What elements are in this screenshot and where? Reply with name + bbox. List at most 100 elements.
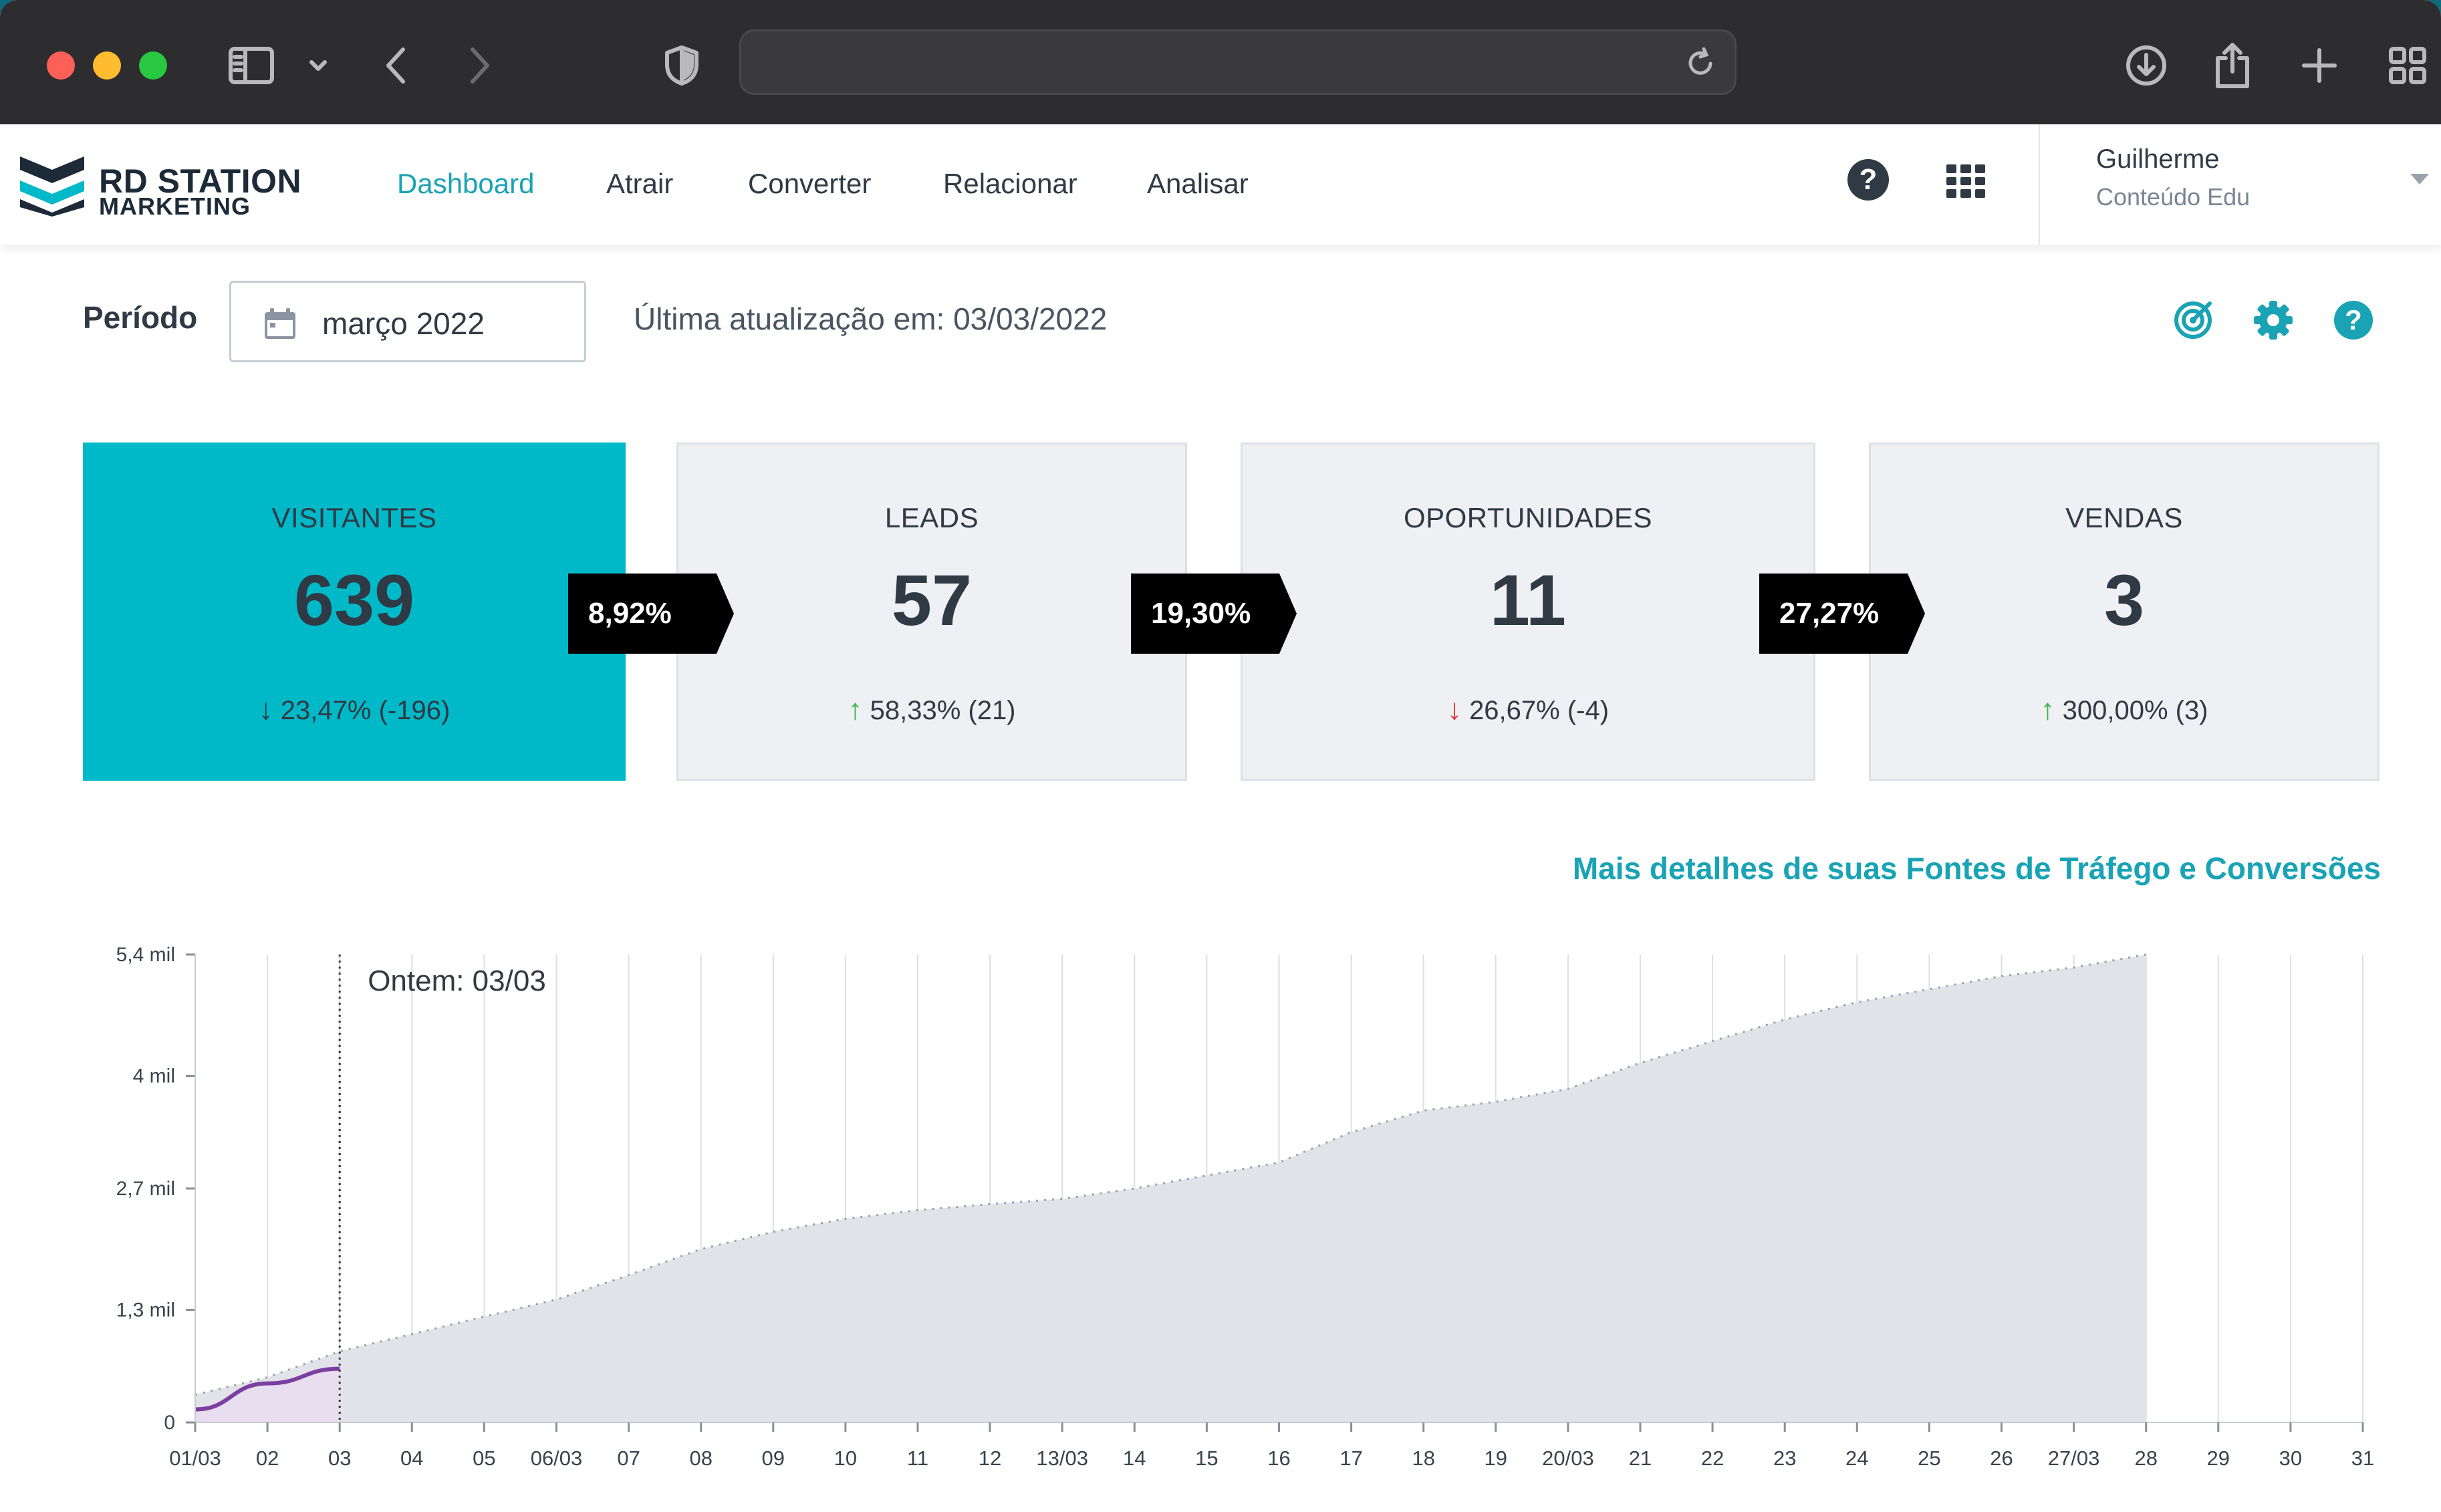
x-tick-label: 01/03 <box>169 1446 221 1470</box>
period-label: Período <box>83 300 198 335</box>
app-header: RD STATION MARKETING Dashboard Atrair Co… <box>0 124 2441 245</box>
browser-toolbar <box>0 0 2441 124</box>
x-tick-label: 13/03 <box>1036 1446 1088 1470</box>
x-tick-label: 08 <box>689 1446 712 1470</box>
x-tick-label: 07 <box>617 1446 640 1470</box>
y-tick-label: 4 mil <box>133 1065 175 1087</box>
card-change: ↓ 26,67% (-4) <box>1243 693 1813 727</box>
apps-grid-icon[interactable] <box>1946 164 1985 198</box>
nav-atrair[interactable]: Atrair <box>606 163 673 205</box>
nav-analisar[interactable]: Analisar <box>1147 163 1249 205</box>
card-change-text: 23,47% (-196) <box>280 696 451 725</box>
nav-divider <box>2039 124 2040 245</box>
funnel-card-leads[interactable]: LEADS 57 ↑ 58,33% (21) <box>676 443 1187 781</box>
x-tick-label: 14 <box>1123 1446 1146 1470</box>
caret-down-icon[interactable] <box>2410 174 2429 184</box>
help-circle-icon[interactable]: ? <box>2333 299 2374 341</box>
x-tick-label: 09 <box>762 1446 785 1470</box>
chevron-down-icon[interactable] <box>305 39 332 92</box>
minimize-window-button[interactable] <box>93 51 121 80</box>
card-label: OPORTUNIDADES <box>1403 502 1653 533</box>
x-tick-label: 21 <box>1629 1446 1652 1470</box>
zoom-window-button[interactable] <box>139 51 167 80</box>
logo-mark-icon <box>20 156 84 217</box>
x-tick-label: 17 <box>1339 1446 1362 1470</box>
x-tick-label: 05 <box>473 1446 495 1470</box>
x-tick-label: 24 <box>1845 1446 1868 1470</box>
details-link[interactable]: Mais detalhes de suas Fontes de Tráfego … <box>1573 850 2381 886</box>
series-area <box>195 955 2146 1422</box>
card-change-text: 58,33% (21) <box>870 696 1016 725</box>
user-org: Conteúdo Edu <box>2096 183 2251 211</box>
back-icon[interactable] <box>378 39 412 92</box>
arrow-up-icon: ↑ <box>2040 693 2055 726</box>
nav-relacionar[interactable]: Relacionar <box>943 163 1077 205</box>
y-tick-label: 1,3 mil <box>116 1299 175 1321</box>
card-change-text: 26,67% (-4) <box>1469 696 1610 725</box>
card-change: ↑ 300,00% (3) <box>1871 693 2378 727</box>
funnel-card-visitantes[interactable]: VISITANTES 639 ↓ 23,47% (-196) <box>83 443 626 781</box>
visitors-cumulative-chart: 01,3 mil2,7 mil4 mil5,4 mil 01/03 02 03 04 0… <box>116 944 2375 1470</box>
svg-text:?: ? <box>2345 304 2362 336</box>
arrow-up-icon: ↑ <box>848 693 863 726</box>
x-tick-label: 23 <box>1773 1446 1796 1470</box>
sidebar-icon[interactable] <box>226 39 277 92</box>
address-bar[interactable] <box>739 29 1737 95</box>
card-label: LEADS <box>884 502 979 533</box>
x-tick-label: 16 <box>1267 1446 1290 1470</box>
download-icon[interactable] <box>2123 39 2170 92</box>
chart-y-axis: 0 1,3 mil 2,7 mil 4 mil 5,4 mil <box>116 944 196 1434</box>
help-icon[interactable]: ? <box>1847 159 1889 201</box>
funnel-card-oportunidades[interactable]: OPORTUNIDADES 11 ↓ 26,67% (-4) <box>1241 443 1815 781</box>
yesterday-label: Ontem: 03/03 <box>368 965 546 997</box>
x-tick-label: 22 <box>1701 1446 1724 1470</box>
gear-icon[interactable] <box>2253 299 2294 341</box>
chart-area <box>195 953 2146 1422</box>
funnel-card-vendas[interactable]: VENDAS 3 ↑ 300,00% (3) <box>1869 443 2380 781</box>
reload-icon[interactable] <box>1685 47 1716 82</box>
close-window-button[interactable] <box>47 51 75 80</box>
arrow-down-icon: ↓ <box>258 693 273 726</box>
tabs-overview-icon[interactable] <box>2386 39 2429 92</box>
y-tick-label: 2,7 mil <box>116 1178 175 1200</box>
x-tick-label: 20/03 <box>1542 1446 1594 1470</box>
x-tick-label: 27/03 <box>2048 1446 2100 1470</box>
nav-dashboard[interactable]: Dashboard <box>397 163 534 205</box>
x-tick-label: 26 <box>1990 1446 2013 1470</box>
x-tick-label: 06/03 <box>531 1446 583 1470</box>
y-tick-label: 5,4 mil <box>116 944 175 966</box>
x-tick-label: 15 <box>1195 1446 1218 1470</box>
card-value: 11 <box>1489 559 1567 640</box>
share-icon[interactable] <box>2212 39 2253 92</box>
x-tick-label: 12 <box>979 1446 1001 1470</box>
card-value: 57 <box>891 559 973 640</box>
x-tick-label: 30 <box>2279 1446 2302 1470</box>
nav-converter[interactable]: Converter <box>748 163 871 205</box>
x-tick-label: 04 <box>400 1446 423 1470</box>
x-tick-label: 03 <box>328 1446 351 1470</box>
x-tick-label: 29 <box>2207 1446 2230 1470</box>
period-value: março 2022 <box>322 306 485 341</box>
shield-icon[interactable] <box>662 39 702 92</box>
card-label: VENDAS <box>2065 502 2183 533</box>
card-value: 3 <box>2103 559 2145 640</box>
browser-window: RD STATION MARKETING Dashboard Atrair Co… <box>0 0 2441 1512</box>
logo-subtitle: MARKETING <box>99 193 251 220</box>
forward-icon[interactable] <box>464 39 497 92</box>
x-tick-label: 11 <box>907 1446 928 1470</box>
last-update-text: Última atualização em: 03/03/2022 <box>634 301 1108 336</box>
card-change-text: 300,00% (3) <box>2062 696 2208 725</box>
y-tick-label: 0 <box>164 1412 175 1434</box>
conversion-rate-text: 19,30% <box>1151 597 1251 630</box>
card-change: ↑ 58,33% (21) <box>678 693 1185 727</box>
card-label: VISITANTES <box>271 502 437 533</box>
rd-station-logo[interactable]: RD STATION MARKETING <box>17 147 305 221</box>
target-goal-icon[interactable] <box>2172 299 2214 341</box>
x-tick-label: 28 <box>2134 1446 2157 1470</box>
arrow-down-icon: ↓ <box>1446 693 1462 726</box>
card-change: ↓ 23,47% (-196) <box>85 693 624 727</box>
x-tick-label: 19 <box>1485 1446 1507 1470</box>
plus-icon[interactable] <box>2299 39 2339 92</box>
period-selector[interactable]: março 2022 <box>229 281 586 362</box>
x-tick-label: 10 <box>834 1446 857 1470</box>
